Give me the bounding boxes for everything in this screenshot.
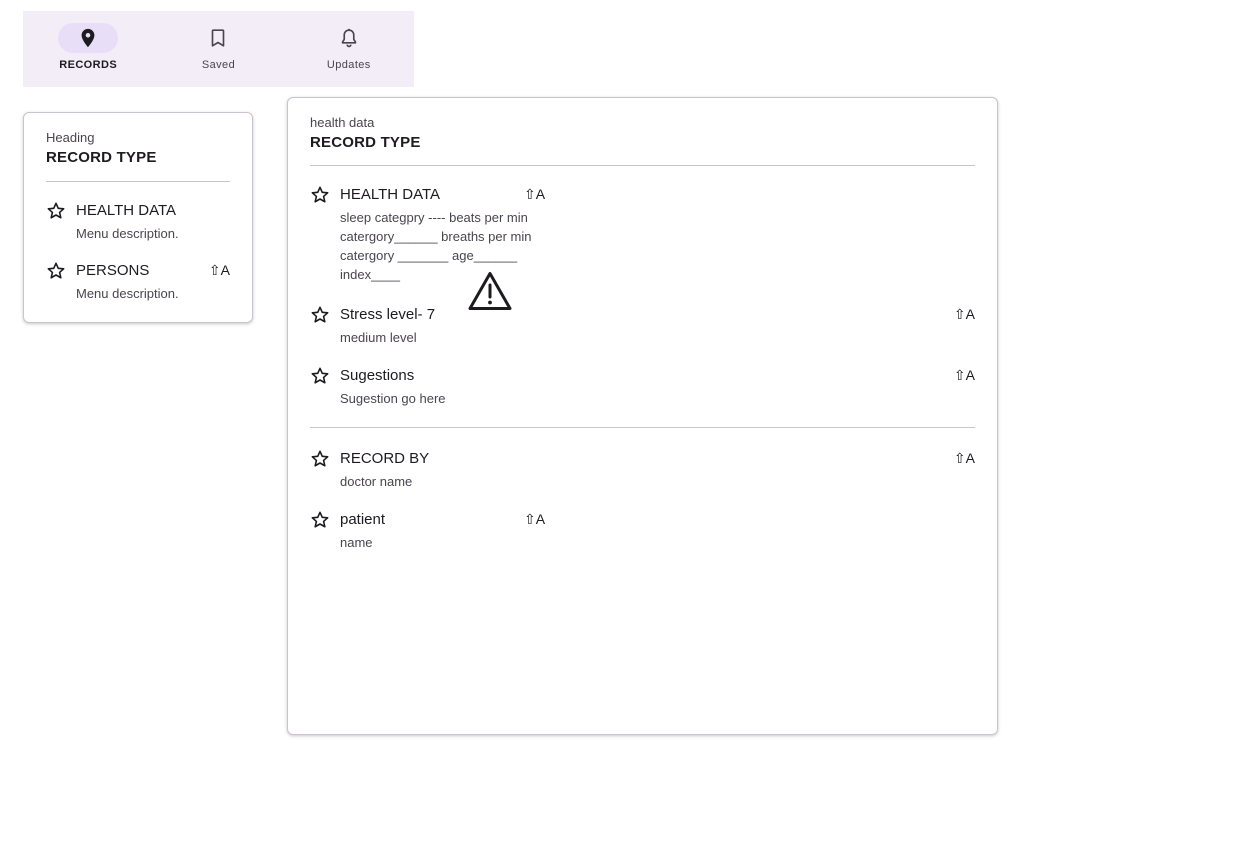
nav-item-updates[interactable]: Updates (284, 11, 414, 87)
star-icon (311, 306, 329, 323)
star-icon (311, 450, 329, 467)
main-menu-item-description: sleep categpry ---- beats per min caterg… (340, 210, 536, 282)
location-pin-icon (81, 28, 95, 48)
main-menu-item-record-by[interactable]: RECORD BY doctor name ⇧A (310, 449, 975, 491)
nav-label-records: RECORDS (59, 59, 118, 71)
warning-triangle-icon (468, 272, 512, 310)
nav-active-indicator (58, 23, 119, 53)
main-menu-item-description: doctor name (340, 474, 413, 489)
keyboard-shortcut: ⇧A (953, 367, 975, 383)
side-menu-item-description: Menu description. (76, 286, 179, 301)
keyboard-shortcut: ⇧A (953, 306, 975, 322)
side-menu-item-health-data[interactable]: HEALTH DATA Menu description. (46, 201, 230, 243)
nav-indicator-saved (188, 23, 248, 53)
main-menu-item-label: patient (340, 511, 386, 528)
main-menu-card: health data RECORD TYPE HEALTH DATA slee… (287, 97, 998, 735)
side-menu-item-label: PERSONS (76, 262, 150, 279)
navigation-bar: RECORDS Saved Updates (23, 11, 414, 87)
bookmark-icon (212, 29, 225, 47)
nav-label-updates: Updates (326, 59, 371, 71)
side-menu-item-description: Menu description. (76, 226, 179, 241)
star-icon (311, 367, 329, 384)
star-icon (311, 511, 329, 528)
keyboard-shortcut: ⇧A (524, 511, 546, 527)
nav-label-saved: Saved (201, 59, 236, 71)
main-menu-item-description: medium level (340, 330, 417, 345)
star-icon (47, 202, 65, 219)
main-menu-item-label: RECORD BY (340, 450, 430, 467)
side-menu-item-persons[interactable]: PERSONS Menu description. ⇧A (46, 261, 230, 303)
side-menu-card: Heading RECORD TYPE HEALTH DATA Menu des… (23, 112, 253, 323)
side-menu-divider (46, 181, 230, 182)
main-menu-title: RECORD TYPE (310, 134, 421, 151)
keyboard-shortcut: ⇧A (208, 262, 230, 278)
main-menu-item-suggestions[interactable]: Sugestions Sugestion go here ⇧A (310, 366, 975, 408)
main-menu-item-stress-level[interactable]: Stress level- 7 medium level ⇧A (310, 305, 975, 347)
main-menu-item-description: name (340, 535, 373, 550)
main-menu-section-divider (310, 427, 975, 428)
star-icon (47, 262, 65, 279)
star-icon (311, 186, 329, 203)
main-menu-item-label: HEALTH DATA (340, 186, 441, 203)
main-menu-item-patient[interactable]: patient name ⇧A (310, 510, 975, 552)
main-menu-item-label: Sugestions (340, 367, 415, 384)
keyboard-shortcut: ⇧A (524, 186, 546, 202)
nav-item-saved[interactable]: Saved (153, 11, 283, 87)
main-menu-item-description: Sugestion go here (340, 391, 446, 406)
keyboard-shortcut: ⇧A (953, 450, 975, 466)
main-menu-overline: health data (310, 115, 375, 130)
main-menu-item-label: Stress level- 7 (340, 306, 436, 323)
main-menu-header-divider (310, 165, 975, 166)
nav-indicator-updates (319, 23, 379, 53)
main-menu-item-health-data[interactable]: HEALTH DATA sleep categpry ---- beats pe… (310, 185, 975, 284)
nav-item-records[interactable]: RECORDS (23, 11, 153, 87)
side-menu-title: RECORD TYPE (46, 149, 157, 166)
side-menu-item-label: HEALTH DATA (76, 202, 177, 219)
side-menu-overline: Heading (46, 130, 95, 145)
bell-icon (341, 28, 357, 48)
